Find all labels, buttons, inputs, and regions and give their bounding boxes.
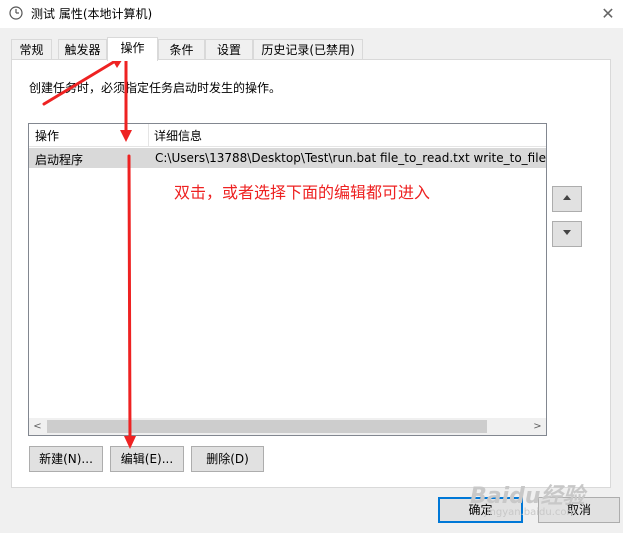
window-title: 测试 属性(本地计算机) [31, 7, 153, 21]
clock-icon [9, 6, 23, 20]
move-down-button[interactable] [552, 221, 582, 247]
row-details: C:\Users\13788\Desktop\Test\run.bat file… [155, 151, 547, 165]
horizontal-scrollbar[interactable]: < > [29, 418, 546, 435]
annotation-text: 双击，或者选择下面的编辑都可进入 [174, 183, 431, 202]
scroll-left-button[interactable]: < [29, 418, 46, 435]
close-button[interactable]: ✕ [593, 0, 623, 28]
panel-description: 创建任务时，必须指定任务启动时发生的操作。 [29, 81, 282, 95]
triangle-down-icon [563, 230, 571, 235]
row-action: 启动程序 [35, 153, 84, 167]
tab-history[interactable]: 历史记录(已禁用) [253, 39, 363, 60]
baidu-watermark-url: jingyan.baidu.com [484, 507, 577, 518]
list-header: 操作 详细信息 [29, 124, 546, 147]
tab-general[interactable]: 常规 [11, 39, 52, 60]
actions-list[interactable]: 操作 详细信息 启动程序 C:\Users\13788\Desktop\Test… [28, 123, 547, 436]
delete-button[interactable]: 删除(D) [191, 446, 264, 472]
tab-settings[interactable]: 设置 [205, 39, 253, 60]
column-divider[interactable] [148, 124, 149, 146]
actions-panel: 创建任务时，必须指定任务启动时发生的操作。 操作 详细信息 启动程序 C:\Us… [11, 59, 611, 488]
table-row[interactable]: 启动程序 C:\Users\13788\Desktop\Test\run.bat… [29, 148, 546, 168]
column-header-details[interactable]: 详细信息 [154, 127, 202, 144]
new-button[interactable]: 新建(N)... [29, 446, 103, 472]
title-bar: 测试 属性(本地计算机) ✕ [0, 0, 623, 28]
tab-actions[interactable]: 操作 [107, 37, 158, 61]
column-header-action[interactable]: 操作 [35, 127, 59, 144]
edit-button[interactable]: 编辑(E)... [110, 446, 184, 472]
tab-triggers[interactable]: 触发器 [58, 39, 107, 60]
scroll-thumb[interactable] [47, 420, 487, 433]
move-up-button[interactable] [552, 186, 582, 212]
baidu-watermark: Baidu经验 [470, 484, 585, 509]
tab-conditions[interactable]: 条件 [158, 39, 205, 60]
triangle-up-icon [563, 195, 571, 200]
scroll-right-button[interactable]: > [529, 418, 546, 435]
